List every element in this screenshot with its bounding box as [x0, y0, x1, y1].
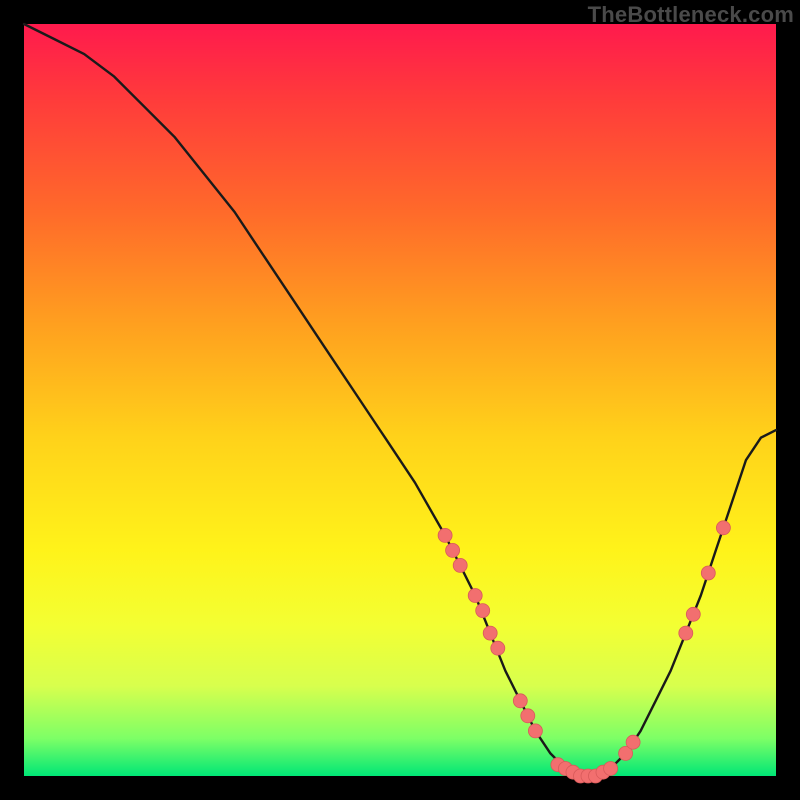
- chart-frame: TheBottleneck.com: [0, 0, 800, 800]
- data-marker: [513, 694, 527, 708]
- data-marker: [604, 762, 618, 776]
- data-markers: [438, 521, 730, 783]
- data-marker: [528, 724, 542, 738]
- data-marker: [521, 709, 535, 723]
- data-marker: [483, 626, 497, 640]
- watermark-text: TheBottleneck.com: [588, 2, 794, 28]
- data-marker: [679, 626, 693, 640]
- bottleneck-curve: [24, 24, 776, 776]
- data-marker: [626, 735, 640, 749]
- data-marker: [468, 589, 482, 603]
- data-marker: [438, 528, 452, 542]
- data-marker: [476, 604, 490, 618]
- chart-svg: [24, 24, 776, 776]
- data-marker: [686, 607, 700, 621]
- data-marker: [701, 566, 715, 580]
- data-marker: [453, 558, 467, 572]
- data-marker: [716, 521, 730, 535]
- data-marker: [491, 641, 505, 655]
- data-marker: [446, 543, 460, 557]
- chart-plot-area: [24, 24, 776, 776]
